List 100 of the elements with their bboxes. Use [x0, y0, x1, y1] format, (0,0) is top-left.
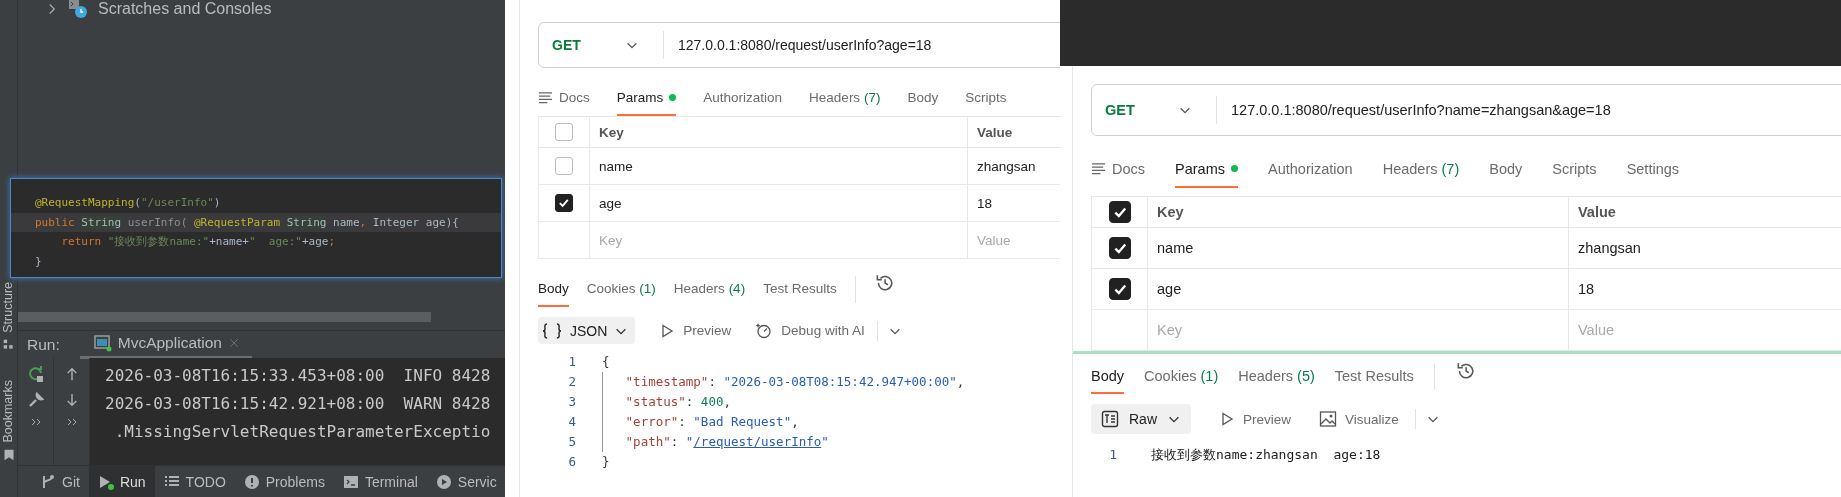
line-number: 4 [567, 413, 576, 431]
debug-button[interactable]: Debug with AI [755, 321, 865, 340]
arrow-up-icon [64, 366, 79, 382]
tool-window-button[interactable]: Git [31, 466, 89, 497]
code-line: "status": 400, [602, 392, 731, 412]
side-tab[interactable]: Structure [1, 282, 16, 333]
value-field[interactable]: Value [968, 222, 1060, 258]
format-dropdown[interactable]: JSON [538, 317, 636, 344]
method-dropdown[interactable]: GET [1092, 96, 1217, 124]
tab[interactable]: Body [1489, 151, 1523, 188]
key-field[interactable]: Key [590, 222, 967, 258]
tab[interactable]: Body [1091, 360, 1125, 394]
tab[interactable]: Headers (5) [1238, 360, 1315, 394]
tab[interactable]: Test Results [763, 272, 837, 307]
code-line: { [602, 353, 610, 371]
window-icon [93, 334, 112, 352]
code-line: } [34, 253, 43, 270]
line-number: 3 [567, 393, 576, 411]
tab[interactable]: Authorization [703, 81, 783, 116]
tool-window-button[interactable]: Problems [234, 466, 334, 497]
column-header: Key [1147, 196, 1569, 228]
code-line: 接收到参数name:zhangsan age:18 [1151, 446, 1381, 464]
column-header: Value [1568, 196, 1841, 228]
link[interactable]: /request/userInfo [693, 434, 822, 449]
tab[interactable]: Docs [538, 81, 590, 116]
panel-label: Run: [27, 335, 60, 354]
code-line: "path": "/request/userInfo" [602, 432, 829, 452]
key-field[interactable]: Key [1148, 310, 1568, 350]
checkbox[interactable] [555, 157, 573, 175]
table-cell[interactable]: name [1147, 227, 1569, 269]
exclamation-icon [243, 473, 260, 490]
line-number: 1 [1108, 446, 1117, 464]
line-number: 1 [567, 353, 576, 371]
tree-item[interactable]: Scratches and Consoles [98, 0, 272, 18]
console-line: .MissingServletRequestParameterExceptio [113, 421, 492, 443]
preview-button[interactable]: Preview [659, 322, 732, 339]
terminal-icon [342, 473, 359, 490]
tool-window-button[interactable]: Terminal [333, 466, 427, 497]
play-circle-icon [435, 473, 452, 490]
code-line: @RequestMapping("/userInfo") [34, 195, 222, 211]
code-line: "error": "Bad Request", [602, 412, 799, 432]
tool-window-button[interactable]: Servic [426, 466, 505, 497]
method-dropdown[interactable]: GET [539, 31, 664, 59]
text-document-icon [1101, 410, 1119, 428]
tab[interactable]: Params [1175, 151, 1238, 188]
docs-icon [1091, 161, 1106, 176]
wrench-icon [27, 392, 44, 408]
format-dropdown[interactable]: Raw [1091, 404, 1191, 434]
tab[interactable]: Headers (7) [809, 81, 881, 116]
tool-window-button[interactable]: Run [88, 466, 155, 497]
line-number: 5 [567, 433, 576, 451]
checkbox[interactable] [1108, 237, 1131, 259]
tab[interactable]: Settings [1626, 151, 1680, 188]
tab[interactable]: Cookies (1) [1144, 360, 1219, 394]
preview-button[interactable]: Preview [1219, 411, 1292, 427]
tab[interactable]: Test Results [1334, 360, 1414, 394]
branch-icon [40, 473, 56, 490]
checkbox[interactable] [1108, 278, 1131, 300]
column-header: Key [589, 116, 968, 148]
tab[interactable]: Scripts [965, 81, 1007, 116]
tab[interactable]: Headers (7) [1382, 151, 1460, 188]
tab[interactable]: Docs [1091, 151, 1146, 188]
sparkle-gauge-icon [755, 321, 774, 340]
tab[interactable]: Cookies (1) [586, 272, 656, 307]
side-tab[interactable]: Bookmarks [1, 379, 16, 443]
table-cell[interactable]: age [1147, 268, 1569, 310]
console-line: 2026-03-08T16:15:42.921+08:00 WARN 8428 [105, 393, 492, 415]
table-cell[interactable]: age [589, 184, 968, 222]
double-chevron-icon [30, 418, 41, 426]
tool-window-button[interactable]: TODO [154, 466, 235, 497]
braces-icon [541, 321, 563, 340]
rerun-icon [27, 366, 44, 382]
docs-icon [538, 90, 553, 105]
table-cell[interactable]: name [589, 147, 968, 185]
tab[interactable]: Params [616, 81, 677, 116]
status-dot [1231, 165, 1238, 172]
value-field[interactable]: Value [1569, 310, 1841, 350]
scrollbar[interactable] [18, 312, 431, 322]
structure-icon [3, 338, 14, 350]
checkmark-icon [1112, 282, 1127, 296]
double-chevron-icon [66, 418, 77, 426]
play-outline-icon [1219, 411, 1235, 427]
code-line: "timestamp": "2026-03-08T08:15:42.947+00:00", [602, 372, 965, 392]
arrow-down-icon [64, 392, 79, 408]
tab[interactable]: Body [907, 81, 939, 116]
tab[interactable]: Headers (4) [673, 272, 746, 307]
visualize-button[interactable]: Visualize [1319, 410, 1399, 428]
tab[interactable]: Scripts [1552, 151, 1597, 188]
checkbox[interactable] [555, 123, 573, 141]
tab[interactable]: Body [538, 272, 569, 307]
code-line: return "接收到参数name:"+name+" age:"+age; [60, 234, 337, 250]
image-icon [1319, 410, 1338, 428]
status-dot [669, 94, 677, 101]
checkbox[interactable] [555, 194, 573, 212]
tab[interactable]: Authorization [1268, 151, 1353, 188]
line-number: 2 [567, 373, 576, 391]
checkmark-icon [1112, 241, 1127, 255]
checkmark-icon [1112, 205, 1127, 219]
url-bar[interactable]: GET 127.0.0.1:8080/request/userInfo?name=zhangsan&age=18 [1091, 84, 1841, 136]
checkbox[interactable] [1108, 201, 1131, 223]
